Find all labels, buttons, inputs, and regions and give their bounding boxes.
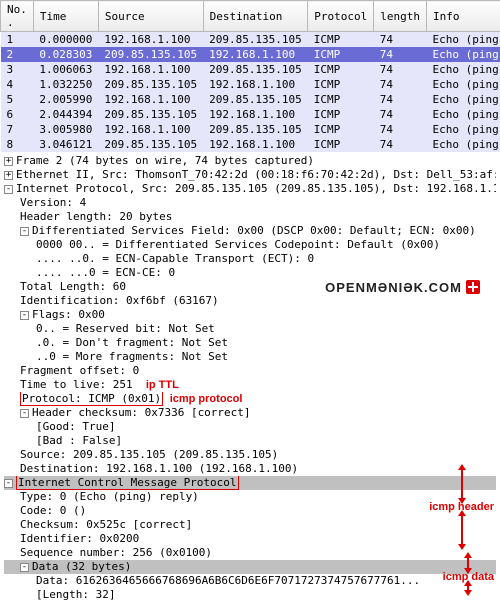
packet-row[interactable]: 62.044394209.85.135.105192.168.1.100ICMP… <box>1 107 500 122</box>
swiss-flag-icon <box>466 280 480 294</box>
icmp-checksum: Checksum: 0x525c [correct] <box>4 518 496 532</box>
col-length[interactable]: length <box>374 1 427 32</box>
ip-destination: Destination: 192.168.1.100 (192.168.1.10… <box>4 462 496 476</box>
collapse-icon[interactable]: - <box>4 479 13 488</box>
watermark: OPENMƏNIƏK.COM <box>325 280 480 295</box>
checksum-bad: [Bad : False] <box>4 434 496 448</box>
packet-row[interactable]: 41.032250209.85.135.105192.168.1.100ICMP… <box>1 77 500 92</box>
collapse-icon[interactable]: - <box>4 185 13 194</box>
collapse-icon[interactable]: - <box>20 409 29 418</box>
ip-fragment-offset: Fragment offset: 0 <box>4 364 496 378</box>
checksum-good: [Good: True] <box>4 420 496 434</box>
ip-flags[interactable]: -Flags: 0x00 <box>4 308 496 322</box>
col-dest[interactable]: Destination <box>203 1 308 32</box>
expand-icon[interactable]: + <box>4 157 13 166</box>
packet-row[interactable]: 73.005980192.168.1.100209.85.135.105ICMP… <box>1 122 500 137</box>
ip-identification: Identification: 0xf6bf (63167) <box>4 294 496 308</box>
flag-dont-fragment: .0. = Don't fragment: Not Set <box>4 336 496 350</box>
data-length: [Length: 32] <box>4 588 496 602</box>
icmp-sequence: Sequence number: 256 (0x0100) <box>4 546 496 560</box>
icmp-identifier: Identifier: 0x0200 <box>4 532 496 546</box>
annotation-protocol: icmp protocol <box>170 393 243 405</box>
ip-header-length: Header length: 20 bytes <box>4 210 496 224</box>
dsf-codepoint: 0000 00.. = Differentiated Services Code… <box>4 238 496 252</box>
col-proto[interactable]: Protocol <box>308 1 374 32</box>
packet-details[interactable]: +Frame 2 (74 bytes on wire, 74 bytes cap… <box>0 152 500 604</box>
dsf-ecn-ce: .... ...0 = ECN-CE: 0 <box>4 266 496 280</box>
dsf-ect: .... ..0. = ECN-Capable Transport (ECT):… <box>4 252 496 266</box>
packet-row[interactable]: 52.005990192.168.1.100209.85.135.105ICMP… <box>1 92 500 107</box>
column-headers[interactable]: No. . Time Source Destination Protocol l… <box>1 1 500 32</box>
icmp-summary[interactable]: -Internet Control Message Protocol <box>4 476 496 490</box>
ip-summary[interactable]: -Internet Protocol, Src: 209.85.135.105 … <box>4 182 496 196</box>
data-bytes: Data: 6162636465666768696A6B6C6D6E6F7071… <box>4 574 496 588</box>
collapse-icon[interactable]: - <box>20 227 29 236</box>
ip-dsf[interactable]: -Differentiated Services Field: 0x00 (DS… <box>4 224 496 238</box>
col-source[interactable]: Source <box>98 1 203 32</box>
collapse-icon[interactable]: - <box>20 563 29 572</box>
packet-row[interactable]: 31.006063192.168.1.100209.85.135.105ICMP… <box>1 62 500 77</box>
col-time[interactable]: Time <box>33 1 98 32</box>
col-no[interactable]: No. . <box>1 1 34 32</box>
ip-checksum[interactable]: -Header checksum: 0x7336 [correct] <box>4 406 496 420</box>
flag-more-fragments: ..0 = More fragments: Not Set <box>4 350 496 364</box>
annotation-ttl: ip TTL <box>146 379 179 391</box>
ip-ttl: Time to live: 251 ip TTL <box>4 378 496 392</box>
expand-icon[interactable]: + <box>4 171 13 180</box>
annotation-icmp-data: icmp data <box>443 556 494 592</box>
icmp-code: Code: 0 () <box>4 504 496 518</box>
ethernet-summary[interactable]: +Ethernet II, Src: ThomsonT_70:42:2d (00… <box>4 168 496 182</box>
annotation-icmp-header: icmp header <box>429 468 494 546</box>
packet-row[interactable]: 83.046121209.85.135.105192.168.1.100ICMP… <box>1 137 500 152</box>
ip-version: Version: 4 <box>4 196 496 210</box>
ip-source: Source: 209.85.135.105 (209.85.135.105) <box>4 448 496 462</box>
packet-row[interactable]: 20.028303209.85.135.105192.168.1.100ICMP… <box>1 47 500 62</box>
packet-list[interactable]: No. . Time Source Destination Protocol l… <box>0 0 500 152</box>
col-info[interactable]: Info <box>427 1 500 32</box>
icmp-data[interactable]: -Data (32 bytes) <box>4 560 496 574</box>
collapse-icon[interactable]: - <box>20 311 29 320</box>
packet-row[interactable]: 10.000000192.168.1.100209.85.135.105ICMP… <box>1 32 500 48</box>
icmp-type: Type: 0 (Echo (ping) reply) <box>4 490 496 504</box>
frame-summary[interactable]: +Frame 2 (74 bytes on wire, 74 bytes cap… <box>4 154 496 168</box>
flag-reserved: 0.. = Reserved bit: Not Set <box>4 322 496 336</box>
ip-protocol: Protocol: ICMP (0x01) icmp protocol <box>4 392 496 406</box>
